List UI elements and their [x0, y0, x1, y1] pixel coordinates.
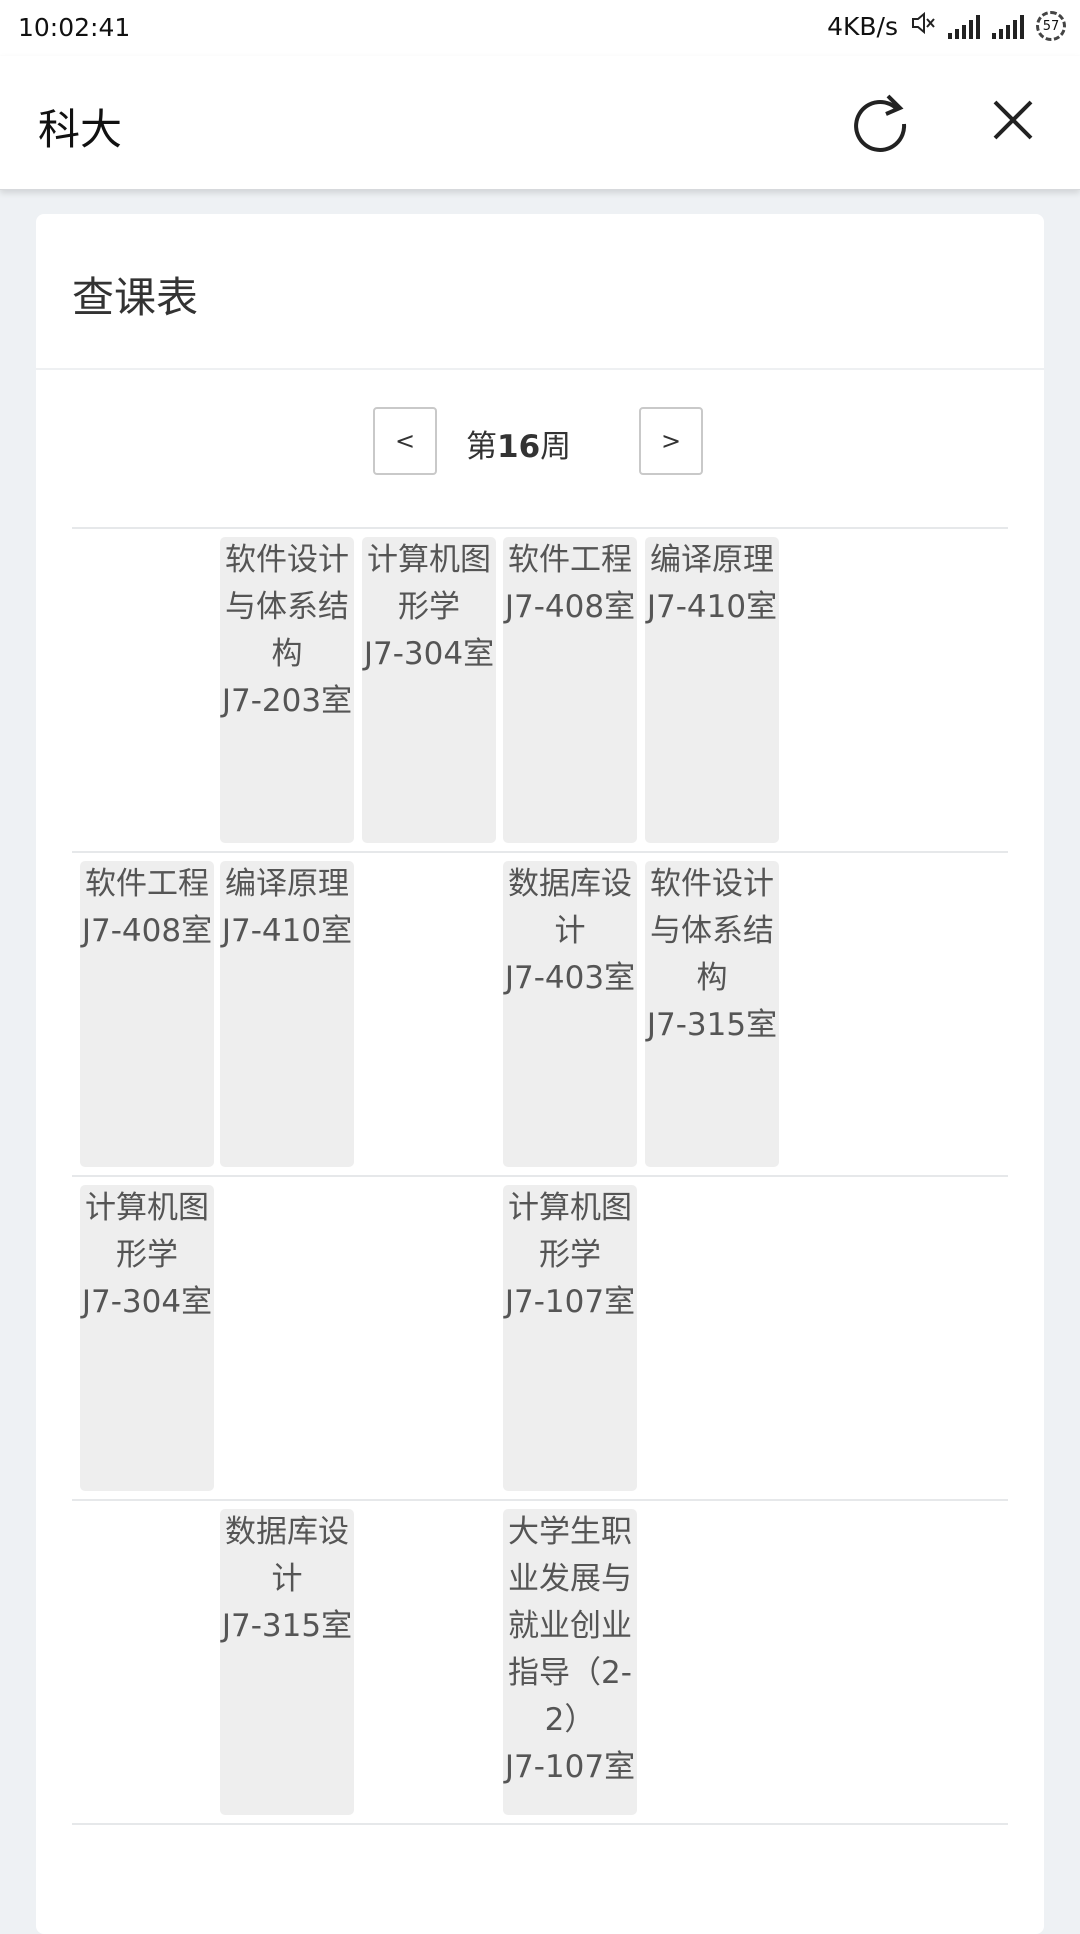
- course-room: J7-410室: [646, 589, 778, 625]
- course-room: J7-304室: [363, 636, 495, 672]
- course-room: J7-403室: [504, 960, 636, 996]
- course-cell[interactable]: 编译原理 J7-410室: [645, 537, 779, 843]
- app-bar: 科大: [0, 56, 1080, 190]
- timetable-row: 数据库设计 J7-315室 大学生职业发展与就业创业指导（2-2） J7-107室: [72, 1499, 1008, 1825]
- course-name: 软件工程: [508, 542, 632, 578]
- course-room: J7-408室: [81, 913, 213, 949]
- course-cell[interactable]: 计算机图形学 J7-304室: [362, 537, 496, 843]
- course-cell[interactable]: 计算机图形学 J7-107室: [503, 1185, 637, 1491]
- week-navigator: < 第16周 >: [36, 407, 1044, 479]
- course-name: 数据库设计: [508, 866, 632, 949]
- refresh-icon: [854, 94, 907, 152]
- course-name: 软件设计与体系结构: [650, 866, 774, 996]
- status-time: 10:02:41: [18, 13, 131, 42]
- course-room: J7-107室: [504, 1749, 636, 1785]
- course-name: 编译原理: [650, 542, 774, 578]
- course-cell[interactable]: 软件工程 J7-408室: [80, 861, 214, 1167]
- course-room: J7-304室: [81, 1284, 213, 1320]
- course-name: 计算机图形学: [508, 1190, 632, 1273]
- course-cell[interactable]: 软件设计与体系结构 J7-203室: [220, 537, 354, 843]
- timetable-card: 查课表 < 第16周 > 软件设计与体系结构 J7-203室 计算机图形学 J7-30…: [36, 214, 1044, 1934]
- app-title: 科大: [38, 105, 123, 154]
- timetable-row: 软件设计与体系结构 J7-203室 计算机图形学 J7-304室 软件工程 J7-408室…: [72, 527, 1008, 851]
- page-title: 查课表: [72, 273, 199, 322]
- week-suffix: 周: [540, 429, 572, 465]
- course-name: 软件设计与体系结构: [225, 542, 349, 672]
- refresh-button[interactable]: [844, 84, 916, 156]
- close-icon: [993, 100, 1033, 140]
- battery-icon: 57: [1036, 11, 1066, 41]
- course-name: 软件工程: [85, 866, 209, 902]
- week-number: 16: [497, 429, 541, 465]
- course-cell[interactable]: 大学生职业发展与就业创业指导（2-2） J7-107室: [503, 1509, 637, 1815]
- week-label: 第16周: [466, 421, 571, 466]
- next-week-button[interactable]: >: [639, 407, 703, 475]
- status-indicators: 4KB/s 57: [827, 10, 1066, 42]
- status-bar: 10:02:41 4KB/s 57: [0, 0, 1080, 56]
- course-cell[interactable]: 计算机图形学 J7-304室: [80, 1185, 214, 1491]
- course-name: 数据库设计: [225, 1514, 349, 1597]
- timetable-grid: 软件设计与体系结构 J7-203室 计算机图形学 J7-304室 软件工程 J7-408室…: [72, 527, 1008, 1825]
- timetable-row: 软件工程 J7-408室 编译原理 J7-410室 数据库设计 J7-403室 软件设计与体…: [72, 851, 1008, 1175]
- signal-icon: [992, 13, 1024, 39]
- mute-icon: [910, 10, 936, 42]
- course-room: J7-408室: [504, 589, 636, 625]
- prev-week-button[interactable]: <: [373, 407, 437, 475]
- close-button[interactable]: [977, 84, 1049, 156]
- course-name: 计算机图形学: [85, 1190, 209, 1273]
- course-cell[interactable]: 软件工程 J7-408室: [503, 537, 637, 843]
- course-cell[interactable]: 数据库设计 J7-315室: [220, 1509, 354, 1815]
- course-cell[interactable]: 编译原理 J7-410室: [220, 861, 354, 1167]
- course-cell[interactable]: 软件设计与体系结构 J7-315室: [645, 861, 779, 1167]
- course-room: J7-315室: [221, 1608, 353, 1644]
- course-name: 大学生职业发展与就业创业指导（2-2）: [508, 1514, 632, 1738]
- timetable-row: 计算机图形学 J7-304室 计算机图形学 J7-107室: [72, 1175, 1008, 1499]
- network-speed: 4KB/s: [827, 11, 898, 41]
- course-name: 计算机图形学: [367, 542, 491, 625]
- course-room: J7-203室: [221, 683, 353, 719]
- course-room: J7-315室: [646, 1007, 778, 1043]
- card-header: 查课表: [36, 214, 1044, 370]
- course-room: J7-410室: [221, 913, 353, 949]
- course-room: J7-107室: [504, 1284, 636, 1320]
- signal-4g-icon: [948, 13, 980, 39]
- course-name: 编译原理: [225, 866, 349, 902]
- course-cell[interactable]: 数据库设计 J7-403室: [503, 861, 637, 1167]
- week-prefix: 第: [466, 429, 497, 465]
